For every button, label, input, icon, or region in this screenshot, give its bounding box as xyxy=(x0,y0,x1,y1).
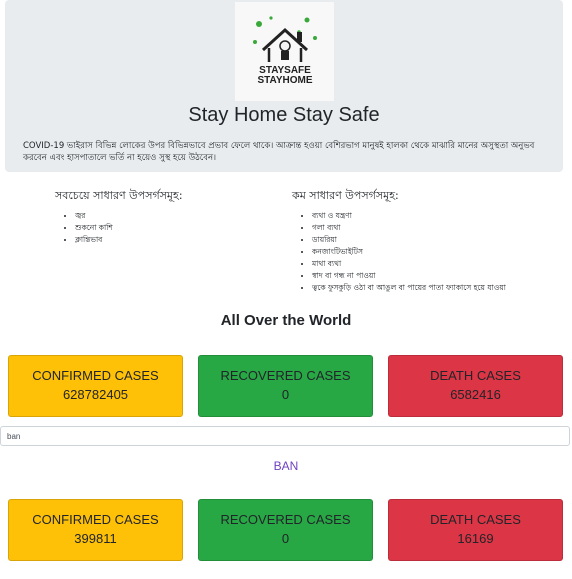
list-item: গলা ব্যথা xyxy=(312,222,522,234)
country-confirmed-card: CONFIRMED CASES 399811 xyxy=(8,499,183,561)
world-death-label: DEATH CASES xyxy=(430,368,521,383)
list-item: জ্বর xyxy=(75,210,255,222)
list-item: ক্লান্তিভাব xyxy=(75,234,255,246)
common-symptoms-list: জ্বর শুকনো কাশি ক্লান্তিভাব xyxy=(59,210,255,246)
less-common-symptoms-list: ব্যথা ও যন্ত্রণা গলা ব্যথা ডায়রিয়া কনজ… xyxy=(296,210,522,294)
country-recovered-value: 0 xyxy=(281,531,290,546)
country-title: BAN xyxy=(273,459,299,473)
world-death-card: DEATH CASES 6582416 xyxy=(388,355,563,417)
common-symptoms: সবচেয়ে সাধারণ উপসর্গসমূহ: জ্বর শুকনো কা… xyxy=(55,187,255,246)
country-death-label: DEATH CASES xyxy=(430,512,521,527)
list-item: ডায়রিয়া xyxy=(312,234,522,246)
country-confirmed-value: 399811 xyxy=(74,531,117,546)
common-symptoms-heading: সবচেয়ে সাধারণ উপসর্গসমূহ: xyxy=(55,189,183,202)
world-recovered-card: RECOVERED CASES 0 xyxy=(198,355,373,417)
hero-banner: STAYSAFE STAYHOME Stay Home Stay Safe CO… xyxy=(5,0,563,172)
country-recovered-label: RECOVERED CASES xyxy=(220,512,351,527)
house-virus-icon: STAYSAFE STAYHOME xyxy=(252,15,317,86)
world-death-value: 6582416 xyxy=(450,387,501,402)
list-item: স্বাদ বা গন্ধ না পাওয়া xyxy=(312,270,522,282)
less-common-symptoms-heading: কম সাধারণ উপসর্গসমূহ: xyxy=(292,189,399,202)
page-title: Stay Home Stay Safe xyxy=(188,104,380,126)
world-recovered-value: 0 xyxy=(281,387,290,402)
stay-safe-logo: STAYSAFE STAYHOME xyxy=(235,2,334,101)
world-section-title: All Over the World xyxy=(220,312,352,329)
country-confirmed-label: CONFIRMED CASES xyxy=(32,512,159,527)
country-death-card: DEATH CASES 16169 xyxy=(388,499,563,561)
list-item: ব্যথা ও যন্ত্রণা xyxy=(312,210,522,222)
less-common-symptoms: কম সাধারণ উপসর্গসমূহ: ব্যথা ও যন্ত্রণা গ… xyxy=(292,187,522,294)
intro-paragraph: COVID-19 ভাইরাস বিভিন্ন লোকের উপর বিভিন্… xyxy=(23,141,535,163)
world-recovered-label: RECOVERED CASES xyxy=(220,368,351,383)
country-recovered-card: RECOVERED CASES 0 xyxy=(198,499,373,561)
list-item: ত্বকে ফুসকুড়ি ওঠা বা আঙুল বা পায়ের পাত… xyxy=(312,282,522,294)
country-search-input[interactable] xyxy=(0,426,570,446)
list-item: কনজাংটিভাইটিস xyxy=(312,246,522,258)
logo-text-stay-home: STAYHOME xyxy=(257,75,312,86)
country-death-value: 16169 xyxy=(457,531,494,546)
world-confirmed-card: CONFIRMED CASES 628782405 xyxy=(8,355,183,417)
list-item: শুকনো কাশি xyxy=(75,222,255,234)
list-item: মাথা ব্যথা xyxy=(312,258,522,270)
world-confirmed-value: 628782405 xyxy=(62,387,129,402)
world-confirmed-label: CONFIRMED CASES xyxy=(32,368,159,383)
